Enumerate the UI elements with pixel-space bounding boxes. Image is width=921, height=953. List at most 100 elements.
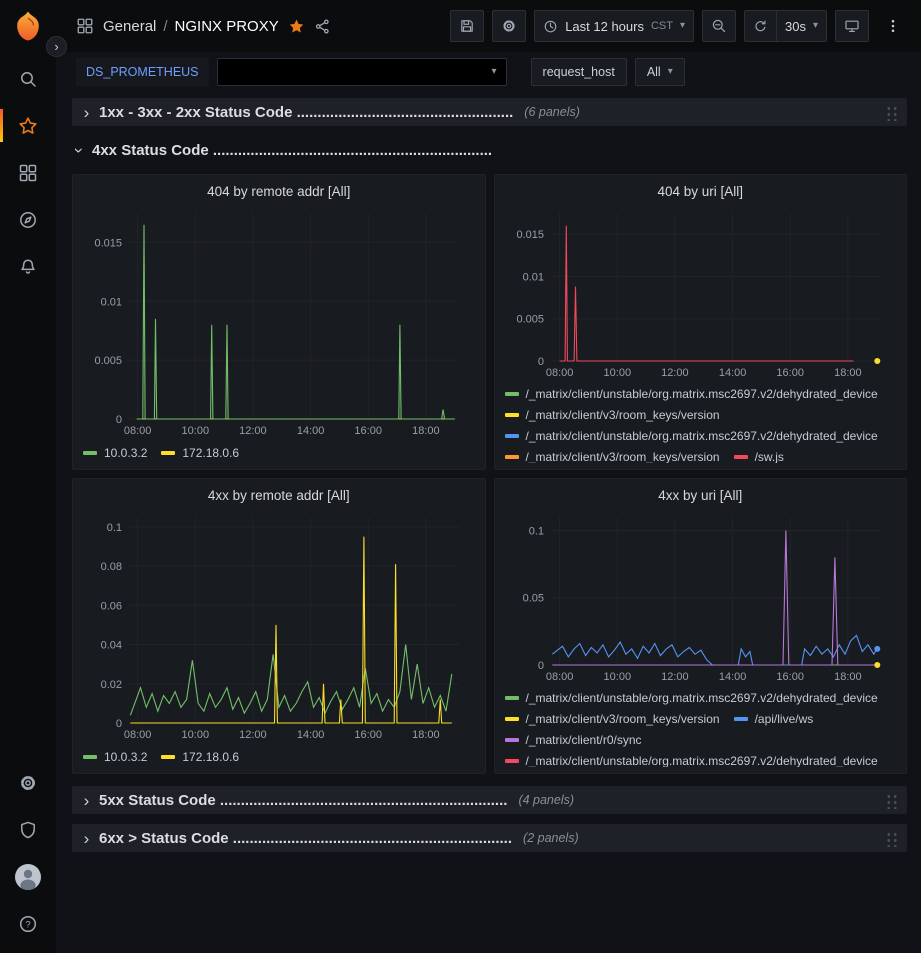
chart-svg: 00.0050.010.01508:0010:0012:0014:0016:00… — [505, 203, 897, 381]
legend-series-swatch — [734, 455, 748, 459]
panel-legend: 10.0.3.2 172.18.0.6 — [83, 746, 475, 767]
row-drag-handle[interactable] — [885, 830, 898, 847]
dashboard-content: › 1xx - 3xx - 2xx Status Code ..........… — [56, 92, 921, 953]
row-4xx[interactable]: › 4xx Status Code ......................… — [72, 136, 907, 164]
svg-text:10:00: 10:00 — [182, 729, 210, 741]
legend-item[interactable]: /_matrix/client/v3/room_keys/version — [505, 447, 720, 463]
adhoc-filter-key[interactable]: request_host — [531, 58, 627, 86]
refresh-button[interactable] — [744, 10, 776, 42]
panel-legend: 10.0.3.2 172.18.0.6 — [83, 442, 475, 463]
legend-series-swatch — [161, 451, 175, 455]
svg-text:?: ? — [25, 919, 30, 930]
legend-item[interactable]: /_matrix/client/v3/room_keys/version — [505, 709, 720, 730]
panel-title[interactable]: 404 by remote addr [All] — [83, 180, 475, 203]
sidebar-item-search[interactable] — [0, 55, 56, 102]
svg-text:08:00: 08:00 — [124, 425, 152, 437]
legend-series-label: 10.0.3.2 — [104, 750, 147, 764]
time-zone-label: CST — [651, 20, 673, 32]
sidebar-item-alerting[interactable] — [0, 243, 56, 290]
more-options-button[interactable] — [877, 10, 909, 42]
row-panel-count: (4 panels) — [518, 793, 574, 807]
chevron-down-icon: ▾ — [668, 67, 673, 77]
save-dashboard-button[interactable] — [450, 10, 484, 42]
sidebar-expand-button[interactable]: › — [46, 36, 67, 57]
svg-text:0.015: 0.015 — [94, 238, 122, 250]
dashboard-settings-button[interactable] — [492, 10, 526, 42]
svg-text:0: 0 — [116, 414, 122, 426]
kebab-menu-icon — [885, 18, 901, 34]
svg-text:0.04: 0.04 — [101, 640, 122, 652]
adhoc-filter-value-dropdown[interactable]: All ▾ — [635, 58, 685, 86]
chevron-right-icon: › — [81, 830, 92, 847]
chevron-down-icon: ▾ — [813, 21, 818, 31]
svg-text:0: 0 — [537, 660, 543, 672]
legend-item[interactable]: /_matrix/client/v3/room_keys/version — [505, 405, 720, 426]
panel-legend: /_matrix/client/unstable/org.matrix.msc2… — [505, 384, 897, 463]
panel-404-by-remote-addr: 404 by remote addr [All] 00.0050.010.015… — [72, 174, 486, 470]
tv-mode-button[interactable] — [835, 10, 869, 42]
legend-series-label: /api/live/ws — [755, 712, 814, 726]
legend-item[interactable]: /_matrix/client/unstable/org.matrix.msc2… — [505, 688, 878, 709]
svg-text:0: 0 — [537, 356, 543, 368]
grafana-logo[interactable] — [10, 9, 46, 45]
zoom-out-button[interactable] — [702, 10, 736, 42]
legend-series-swatch — [505, 455, 519, 459]
legend-item[interactable]: /_matrix/client/unstable/org.matrix.msc2… — [505, 751, 878, 767]
sidebar-item-configuration[interactable] — [0, 759, 56, 806]
svg-text:0.015: 0.015 — [516, 229, 544, 241]
timeseries-chart[interactable]: 00.0050.010.01508:0010:0012:0014:0016:00… — [83, 203, 475, 442]
sidebar-item-dashboards[interactable] — [0, 149, 56, 196]
legend-item[interactable]: 172.18.0.6 — [161, 746, 239, 767]
legend-item[interactable]: /_matrix/client/r0/sync — [505, 730, 642, 751]
legend-series-label: /_matrix/client/unstable/org.matrix.msc2… — [526, 754, 878, 767]
svg-text:12:00: 12:00 — [661, 367, 689, 379]
legend-series-label: /_matrix/client/r0/sync — [526, 733, 642, 747]
row-title: 6xx > Status Code ......................… — [99, 830, 512, 847]
svg-text:18:00: 18:00 — [834, 671, 862, 683]
legend-series-label: /_matrix/client/v3/room_keys/version — [526, 450, 720, 463]
breadcrumb-folder[interactable]: General — [103, 18, 156, 35]
row-1xx-3xx-2xx[interactable]: › 1xx - 3xx - 2xx Status Code ..........… — [72, 98, 907, 126]
sidebar-item-profile[interactable] — [0, 853, 56, 900]
favorite-star-button[interactable] — [288, 18, 305, 35]
datasource-variable-dropdown[interactable]: ▾ — [217, 58, 507, 86]
sidebar-item-server-admin[interactable] — [0, 806, 56, 853]
timeseries-chart[interactable]: 00.020.040.060.080.108:0010:0012:0014:00… — [83, 507, 475, 746]
legend-series-label: 10.0.3.2 — [104, 446, 147, 460]
timeseries-chart[interactable]: 00.0050.010.01508:0010:0012:0014:0016:00… — [505, 203, 897, 384]
legend-series-label: /_matrix/client/v3/room_keys/version — [526, 712, 720, 726]
svg-text:14:00: 14:00 — [297, 425, 325, 437]
row-drag-handle[interactable] — [885, 792, 898, 809]
share-button[interactable] — [314, 18, 331, 35]
legend-item[interactable]: /api/live/ws — [734, 709, 814, 730]
svg-text:10:00: 10:00 — [603, 367, 631, 379]
panel-title[interactable]: 404 by uri [All] — [505, 180, 897, 203]
legend-series-swatch — [83, 755, 97, 759]
chevron-right-icon: › — [54, 40, 58, 53]
row-6xx[interactable]: › 6xx > Status Code ....................… — [72, 824, 907, 852]
svg-text:0.005: 0.005 — [94, 356, 122, 368]
refresh-interval-dropdown[interactable]: 30s ▾ — [776, 10, 827, 42]
grafana-flame-icon — [10, 9, 46, 45]
row-drag-handle[interactable] — [885, 104, 898, 121]
legend-item[interactable]: 10.0.3.2 — [83, 746, 147, 767]
variables-bar: DS_PROMETHEUS ▾ request_host All ▾ — [56, 52, 921, 92]
row-5xx[interactable]: › 5xx Status Code ......................… — [72, 786, 907, 814]
sidebar-item-help[interactable]: ? — [0, 900, 56, 947]
legend-item[interactable]: /_matrix/client/unstable/org.matrix.msc2… — [505, 426, 878, 447]
sidebar-item-starred[interactable] — [0, 102, 56, 149]
panel-title[interactable]: 4xx by uri [All] — [505, 484, 897, 507]
save-icon — [459, 18, 475, 34]
timeseries-chart[interactable]: 00.050.108:0010:0012:0014:0016:0018:00 — [505, 507, 897, 688]
monitor-icon — [844, 18, 860, 34]
sidebar-item-explore[interactable] — [0, 196, 56, 243]
legend-item[interactable]: /sw.js — [734, 447, 784, 463]
legend-item[interactable]: 10.0.3.2 — [83, 442, 147, 463]
row-title: 1xx - 3xx - 2xx Status Code ............… — [99, 104, 513, 121]
clock-icon — [543, 19, 558, 34]
legend-item[interactable]: 172.18.0.6 — [161, 442, 239, 463]
legend-item[interactable]: /_matrix/client/unstable/org.matrix.msc2… — [505, 384, 878, 405]
person-icon — [15, 864, 41, 890]
time-range-picker[interactable]: Last 12 hours CST ▾ — [534, 10, 694, 42]
panel-title[interactable]: 4xx by remote addr [All] — [83, 484, 475, 507]
